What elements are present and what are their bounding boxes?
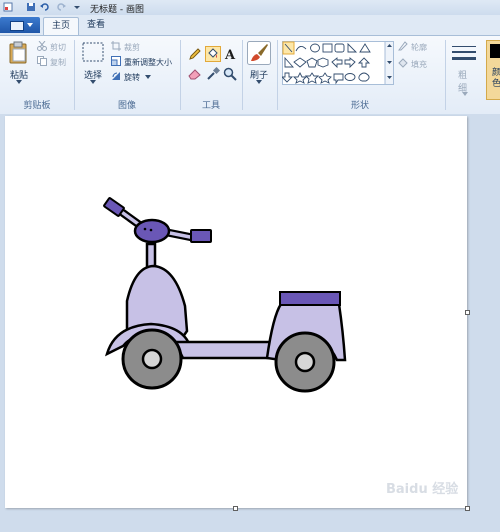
color-picker-icon[interactable] [206,67,220,81]
magnifier-icon[interactable] [223,67,237,81]
group-divider [242,40,243,110]
crop-button[interactable]: 裁剪 [124,42,140,53]
ribbon-tab-row: 主页 查看 [0,15,500,35]
chevron-down-icon[interactable] [462,92,468,96]
cut-icon[interactable] [37,41,47,51]
paste-icon[interactable] [8,41,30,65]
scooter-grip-right [190,229,212,243]
outline-button[interactable]: 轮廓 [411,42,427,53]
fill-button[interactable]: 填充 [411,59,427,70]
scooter-headlight [133,218,171,244]
watermark: Baidu 经验 [386,482,459,497]
scooter-front-hub [141,348,163,370]
drawing-canvas[interactable] [5,116,467,508]
chevron-down-icon[interactable] [90,80,96,84]
crop-icon[interactable] [111,41,121,51]
title-bar: 无标题 - 画图 [0,0,500,16]
group-divider [445,40,446,110]
copy-icon[interactable] [37,56,47,66]
shapes-group-label: 形状 [350,101,369,111]
color-1-button[interactable]: 颜色 [486,40,500,100]
pencil-icon[interactable] [188,47,202,61]
tab-home[interactable]: 主页 [43,17,79,35]
scooter-drawing [103,197,347,393]
size-label-1: 粗 [458,71,468,81]
redo-icon[interactable] [56,2,66,12]
resize-button[interactable]: 重新调整大小 [124,57,172,68]
chevron-down-icon[interactable] [16,80,22,84]
chevron-down-icon[interactable] [145,75,151,79]
window-title: 无标题 - 画图 [90,5,144,15]
resize-handle-bottom[interactable] [233,506,238,511]
scooter-rear-hub [294,351,316,373]
cut-button[interactable]: 剪切 [50,42,66,53]
app-menu-button[interactable] [0,17,40,33]
color-label-1: 颜 [492,68,500,78]
undo-icon[interactable] [40,2,50,12]
chevron-down-icon [27,23,33,27]
color-1-swatch [490,44,500,58]
fill-icon[interactable] [205,46,221,62]
color-1-label: 颜色 [492,68,500,90]
scooter-floorboard [172,340,277,360]
text-icon[interactable]: A [223,47,237,61]
tab-view[interactable]: 查看 [80,17,112,34]
size-button[interactable]: 粗细 [458,68,467,94]
rotate-button[interactable]: 旋转 [124,72,140,83]
shape-fill-icon[interactable] [398,58,408,68]
save-icon[interactable] [26,2,36,12]
customize-quick-access-icon[interactable] [72,2,82,12]
eraser-icon[interactable] [188,67,202,81]
shapes-gallery[interactable] [282,41,394,85]
group-divider [277,40,278,110]
svg-text:A: A [224,48,236,61]
resize-icon[interactable] [111,56,121,66]
resize-handle-right[interactable] [465,310,470,315]
size-icon[interactable] [452,44,476,64]
paint-app-icon [3,2,13,12]
app-menu-icon [10,21,24,31]
copy-button[interactable]: 复制 [50,57,66,68]
resize-handle-corner[interactable] [465,506,470,511]
scooter-grip-left [103,197,125,217]
tools-group-label: 工具 [201,101,220,111]
select-icon[interactable] [82,42,104,62]
outline-icon[interactable] [398,41,408,51]
rotate-icon[interactable] [111,71,121,81]
chevron-down-icon[interactable] [256,80,262,84]
brush-icon[interactable] [247,41,271,65]
image-group-label: 图像 [117,101,136,111]
clipboard-group-label: 剪贴板 [23,101,51,111]
color-label-2: 色 [492,79,500,89]
ribbon: 粘贴 剪切 复制 剪贴板 选择 裁剪 重新调整大小 旋转 图像 A 工具 刷子 [0,35,500,115]
scooter-seat [279,291,341,306]
